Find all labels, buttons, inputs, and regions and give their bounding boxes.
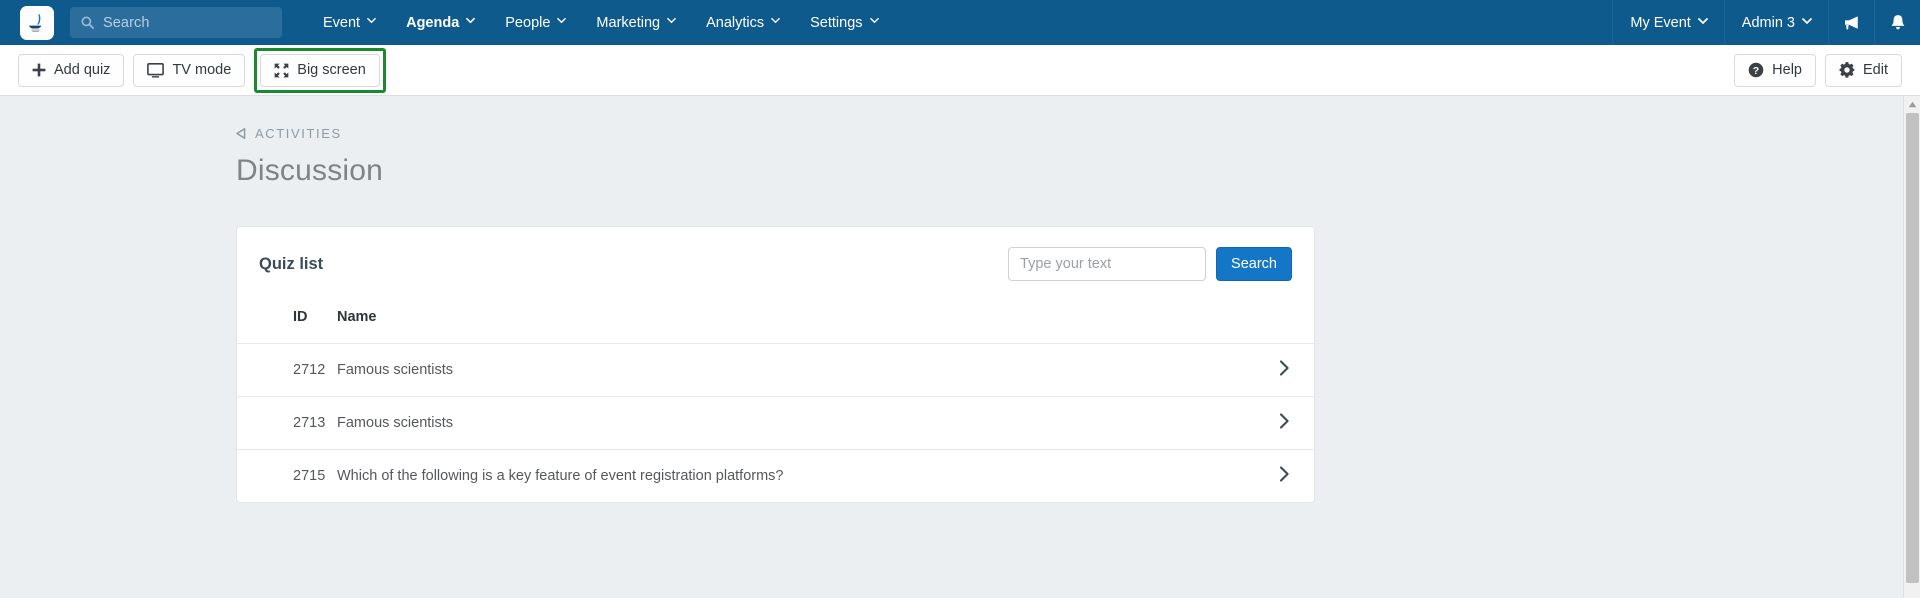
- announcements-button[interactable]: [1828, 0, 1874, 45]
- row-open-arrow[interactable]: [1254, 396, 1314, 450]
- nav-item-settings-label: Settings: [810, 14, 863, 31]
- row-id: 2713: [237, 396, 337, 450]
- column-header-arrow: [1254, 299, 1314, 344]
- event-switcher[interactable]: My Event: [1612, 0, 1723, 45]
- global-search-box[interactable]: Search: [70, 7, 282, 38]
- table-row[interactable]: 2715 Which of the following is a key fea…: [237, 449, 1314, 502]
- quiz-search-input[interactable]: [1008, 247, 1207, 281]
- gear-icon: [1839, 62, 1855, 78]
- row-open-arrow[interactable]: [1254, 343, 1314, 397]
- tv-monitor-icon: [147, 62, 165, 78]
- big-screen-label: Big screen: [297, 62, 366, 78]
- nav-item-event-label: Event: [323, 14, 361, 31]
- tv-mode-label: TV mode: [172, 62, 232, 78]
- chevron-down-icon: [869, 16, 879, 25]
- scrollbar-thumb[interactable]: [1906, 113, 1919, 583]
- scrollbar-up-button[interactable]: [1904, 96, 1920, 113]
- notifications-button[interactable]: [1874, 0, 1920, 45]
- chevron-down-icon: [1802, 16, 1812, 25]
- row-open-arrow[interactable]: [1254, 449, 1314, 502]
- big-screen-highlight: Big screen: [254, 47, 386, 93]
- big-screen-button[interactable]: Big screen: [260, 53, 380, 87]
- back-triangle-icon: [236, 128, 246, 139]
- page-title: Discussion: [236, 154, 384, 187]
- toolbar-right-group: ? Help Edit: [1734, 53, 1902, 87]
- quiz-list-table: ID Name 2712 Famous scientists 2713 Famo…: [237, 299, 1314, 502]
- edit-label: Edit: [1863, 62, 1888, 78]
- tv-mode-button[interactable]: TV mode: [133, 53, 246, 87]
- row-name: Famous scientists: [337, 396, 1254, 450]
- nav-item-agenda[interactable]: Agenda: [391, 0, 490, 45]
- chevron-down-icon: [1697, 16, 1708, 25]
- column-header-id: ID: [293, 309, 308, 325]
- nav-item-marketing-label: Marketing: [596, 14, 661, 31]
- svg-text:?: ?: [1753, 65, 1759, 77]
- expand-arrows-icon: [274, 63, 289, 77]
- table-header-row: ID Name: [237, 299, 1314, 344]
- bell-icon: [1891, 15, 1904, 30]
- global-search-placeholder: Search: [103, 14, 150, 31]
- scroll-up-arrow-icon: [1908, 101, 1916, 108]
- search-icon: [81, 16, 94, 29]
- nav-item-agenda-label: Agenda: [406, 14, 460, 31]
- app-logo-icon: [28, 13, 42, 32]
- breadcrumb-activities[interactable]: ACTIVITIES: [236, 126, 342, 141]
- table-row[interactable]: 2713 Famous scientists: [237, 396, 1314, 450]
- quiz-list-card: Quiz list Search ID Name 2712: [236, 226, 1315, 503]
- vertical-scrollbar[interactable]: [1903, 96, 1920, 598]
- nav-right-cluster: My Event Admin 3: [1612, 0, 1920, 45]
- row-id: 2715: [237, 449, 337, 502]
- nav-item-people-label: People: [505, 14, 551, 31]
- primary-nav-items: Event Agenda People Marketing Analytics: [308, 0, 894, 45]
- quiz-list-table-head: ID Name: [237, 299, 1314, 344]
- chevron-right-icon: [1279, 466, 1290, 486]
- quiz-list-title: Quiz list: [259, 254, 324, 273]
- quiz-list-search-group: Search: [1008, 247, 1292, 281]
- event-switcher-label: My Event: [1630, 14, 1691, 31]
- chevron-down-icon: [367, 16, 376, 25]
- column-header-name: Name: [337, 309, 377, 325]
- nav-item-marketing[interactable]: Marketing: [581, 0, 691, 45]
- top-navigation-bar: Search Event Agenda People Marketing Ana…: [0, 0, 1920, 45]
- user-menu[interactable]: Admin 3: [1723, 0, 1828, 45]
- table-row[interactable]: 2712 Famous scientists: [237, 343, 1314, 397]
- quiz-search-button[interactable]: Search: [1216, 247, 1292, 281]
- toolbar-left-group: Add quiz TV mode Big screen: [18, 47, 386, 93]
- chevron-down-icon: [667, 16, 676, 25]
- row-name: Which of the following is a key feature …: [337, 449, 1254, 502]
- breadcrumb-label: ACTIVITIES: [255, 126, 342, 141]
- add-quiz-button[interactable]: Add quiz: [18, 53, 125, 87]
- page-body: ACTIVITIES Discussion Quiz list Search I…: [0, 96, 1920, 598]
- help-circle-icon: ?: [1748, 62, 1764, 78]
- nav-item-event[interactable]: Event: [308, 0, 391, 45]
- plus-icon: [32, 63, 46, 77]
- edit-button[interactable]: Edit: [1825, 53, 1902, 87]
- quiz-list-table-body: 2712 Famous scientists 2713 Famous scien…: [237, 343, 1314, 502]
- nav-item-analytics[interactable]: Analytics: [691, 0, 795, 45]
- chevron-right-icon: [1279, 413, 1290, 433]
- row-name: Famous scientists: [337, 343, 1254, 397]
- page-toolbar: Add quiz TV mode Big screen ? Help Edit: [0, 45, 1920, 96]
- app-logo[interactable]: [20, 5, 54, 40]
- chevron-down-icon: [771, 16, 780, 25]
- quiz-list-card-header: Quiz list Search: [237, 227, 1314, 299]
- megaphone-icon: [1844, 15, 1858, 29]
- add-quiz-label: Add quiz: [54, 62, 111, 78]
- user-menu-label: Admin 3: [1741, 14, 1795, 31]
- help-button[interactable]: ? Help: [1734, 53, 1816, 87]
- nav-item-settings[interactable]: Settings: [795, 0, 893, 45]
- nav-item-people[interactable]: People: [490, 0, 581, 45]
- chevron-down-icon: [466, 16, 476, 25]
- nav-item-analytics-label: Analytics: [706, 14, 765, 31]
- help-label: Help: [1772, 62, 1802, 78]
- content-column: ACTIVITIES Discussion Quiz list Search I…: [0, 96, 1920, 503]
- row-id: 2712: [237, 343, 337, 397]
- chevron-right-icon: [1279, 360, 1290, 380]
- chevron-down-icon: [557, 16, 567, 25]
